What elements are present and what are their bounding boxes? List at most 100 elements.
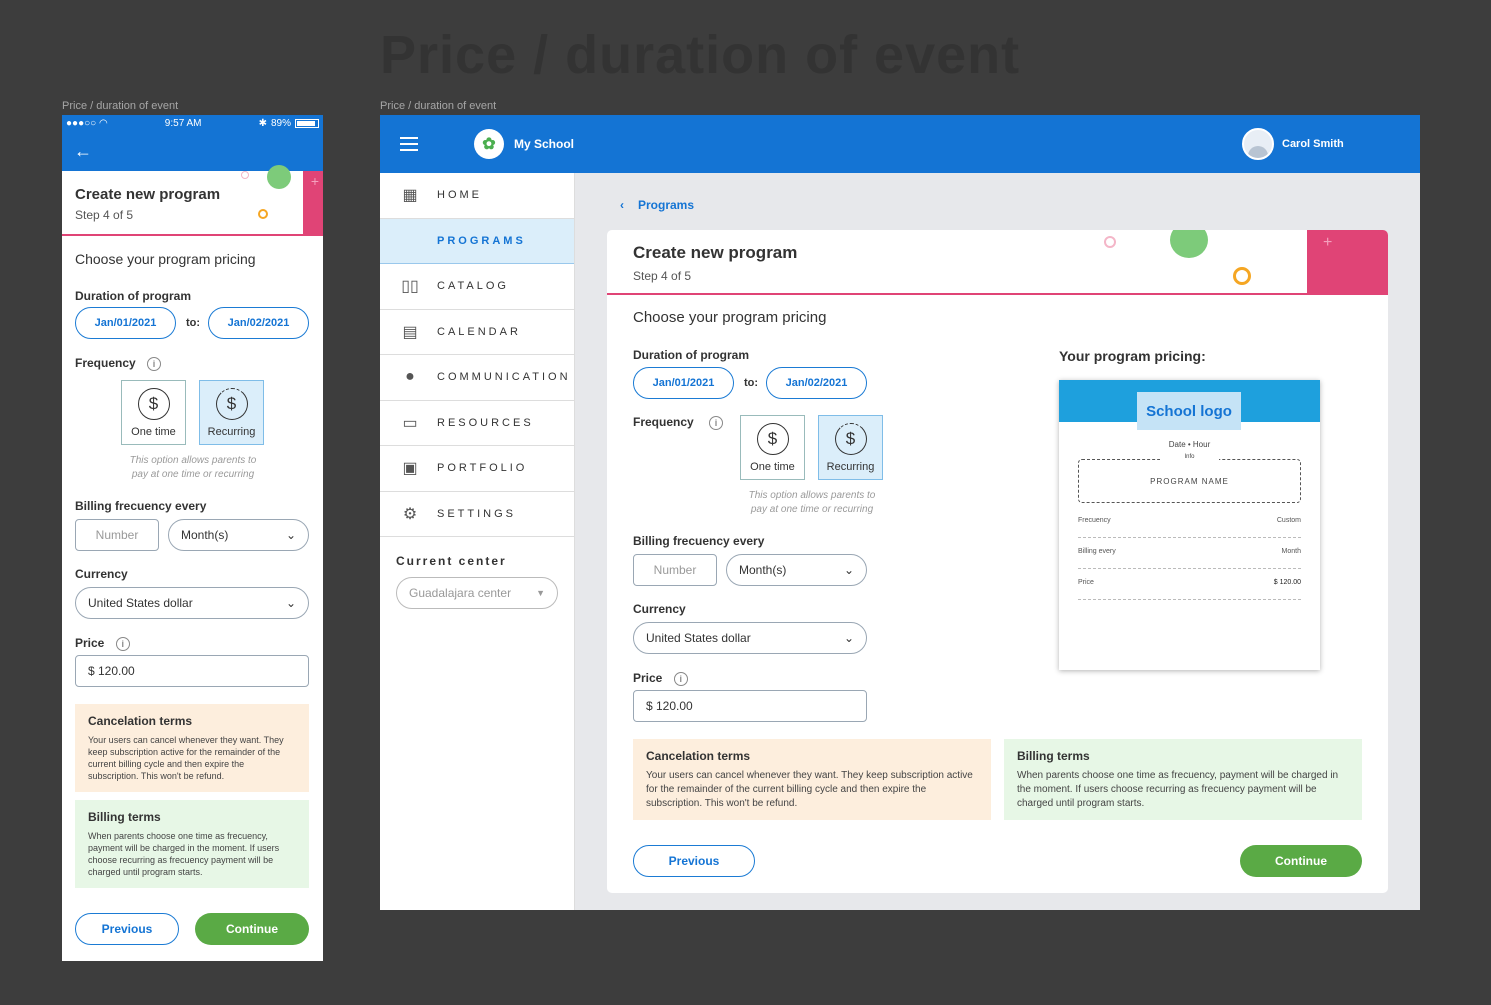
- caret-down-icon: ▼: [536, 588, 545, 598]
- section-title: Choose your program pricing: [75, 251, 256, 267]
- chat-icon: ●: [405, 368, 415, 386]
- home-icon: ▦: [402, 187, 418, 205]
- hamburger-menu-icon[interactable]: [400, 133, 418, 155]
- info-icon[interactable]: i: [673, 671, 688, 686]
- resources-icon: ▭: [402, 414, 418, 432]
- desktop-frame-label: Price / duration of event: [380, 100, 497, 112]
- receipt-row: Frecuency Custom: [1078, 513, 1301, 538]
- chevron-down-icon: ⌄: [843, 631, 854, 645]
- decor-orange-ring: [1233, 267, 1251, 285]
- previous-button[interactable]: Previous: [633, 845, 755, 877]
- wifi-icon: ◠: [98, 118, 108, 129]
- sidebar: ▦ HOME PROGRAMS ▯▯ CATALOG ▤ CALENDAR ● COMM…: [380, 173, 575, 910]
- billing-number-input[interactable]: Number: [633, 554, 717, 586]
- sidebar-item-portfolio[interactable]: ▣ PORTFOLIO: [380, 446, 574, 492]
- duration-label: Duration of program: [75, 289, 191, 303]
- to-label: to:: [186, 317, 201, 329]
- billing-unit-select[interactable]: Month(s) ⌄: [168, 519, 309, 551]
- continue-button[interactable]: Continue: [195, 913, 309, 945]
- receipt-row: Billing every Month: [1078, 544, 1301, 569]
- dollar-coin-icon: $: [137, 387, 170, 420]
- chevron-down-icon: ⌄: [285, 528, 296, 542]
- school-logo-placeholder: School logo: [1137, 392, 1241, 430]
- book-icon: ▯▯: [401, 278, 419, 296]
- end-date-button[interactable]: Jan/02/2021: [208, 307, 309, 339]
- decor-green-circle: [267, 165, 291, 189]
- program-step: Step 4 of 5: [633, 269, 692, 283]
- currency-select[interactable]: United States dollar ⌄: [633, 622, 867, 654]
- billing-frequency-label: Billing frecuency every: [633, 534, 765, 548]
- portfolio-icon: ▣: [402, 460, 418, 478]
- frequency-label: Frequency i: [633, 415, 724, 430]
- frequency-recurring[interactable]: $ Recurring: [818, 415, 883, 480]
- programs-icon: [399, 231, 421, 251]
- sidebar-item-settings[interactable]: ⚙ SETTINGS: [380, 492, 574, 537]
- sidebar-item-catalog[interactable]: ▯▯ CATALOG: [380, 264, 574, 310]
- currency-select[interactable]: United States dollar ⌄: [75, 587, 309, 619]
- signal-indicator: ●●●○○ ◠: [66, 118, 108, 129]
- frequency-option-label: Recurring: [207, 425, 256, 438]
- previous-button[interactable]: Previous: [75, 913, 179, 945]
- info-icon[interactable]: i: [709, 415, 724, 430]
- frequency-recurring[interactable]: $ Recurring: [199, 380, 264, 445]
- start-date-button[interactable]: Jan/01/2021: [633, 367, 734, 399]
- billing-unit-select[interactable]: Month(s) ⌄: [726, 554, 867, 586]
- receipt-info-label: Info: [1160, 454, 1219, 460]
- decor-plus-icon: +: [1323, 234, 1333, 251]
- user-name[interactable]: Carol Smith: [1282, 138, 1344, 150]
- recurring-dollar-icon: $: [834, 422, 867, 455]
- info-icon[interactable]: i: [147, 356, 162, 371]
- top-bar: ✿ My School Carol Smith: [380, 115, 1420, 173]
- status-bar: ●●●○○ ◠ 9:57 AM ✱ 89%: [62, 115, 323, 132]
- current-center-select[interactable]: Guadalajara center ▼: [396, 577, 558, 609]
- frequency-one-time[interactable]: $ One time: [740, 415, 805, 480]
- billing-frequency-label: Billing frecuency every: [75, 499, 207, 513]
- frequency-hint: This option allows parents to pay at one …: [129, 455, 257, 480]
- price-input[interactable]: $ 120.00: [633, 690, 867, 722]
- bluetooth-icon: ✱: [258, 118, 267, 129]
- program-step: Step 4 of 5: [75, 208, 134, 222]
- sidebar-item-programs[interactable]: PROGRAMS: [380, 218, 574, 264]
- card-header: Create new program Step 4 of 5 +: [607, 230, 1388, 295]
- continue-button[interactable]: Continue: [1240, 845, 1362, 877]
- mobile-program-header: Create new program Step 4 of 5 +: [62, 165, 323, 236]
- decor-green-circle: [1170, 230, 1208, 258]
- recurring-dollar-icon: $: [215, 387, 248, 420]
- chevron-down-icon: ⌄: [843, 563, 854, 577]
- avatar[interactable]: [1242, 128, 1274, 160]
- start-date-button[interactable]: Jan/01/2021: [75, 307, 176, 339]
- frequency-option-label: One time: [131, 425, 176, 438]
- frequency-one-time[interactable]: $ One time: [121, 380, 186, 445]
- price-label: Price i: [633, 671, 688, 686]
- back-arrow-icon[interactable]: ←: [74, 141, 92, 162]
- billing-terms: Billing terms When parents choose one ti…: [75, 800, 309, 888]
- price-label: Price i: [75, 636, 130, 651]
- breadcrumb[interactable]: ‹ Programs: [620, 198, 694, 212]
- price-input[interactable]: $ 120.00: [75, 655, 309, 687]
- currency-label: Currency: [75, 567, 128, 581]
- calendar-icon: ▤: [402, 323, 418, 341]
- sidebar-item-resources[interactable]: ▭ RESOURCES: [380, 401, 574, 446]
- dollar-coin-icon: $: [756, 422, 789, 455]
- battery-icon: [294, 119, 319, 128]
- duration-label: Duration of program: [633, 348, 749, 362]
- receipt-program-box: Info PROGRAM NAME: [1078, 454, 1301, 503]
- decor-pink-ring: [241, 171, 249, 179]
- sidebar-item-communication[interactable]: ● COMMUNICATION: [380, 355, 574, 401]
- frequency-option-label: One time: [750, 460, 795, 473]
- billing-number-input[interactable]: Number: [75, 519, 159, 551]
- sidebar-item-home[interactable]: ▦ HOME: [380, 173, 574, 219]
- frequency-option-label: Recurring: [826, 460, 875, 473]
- school-logo-icon: ✿: [474, 129, 504, 159]
- status-time: 9:57 AM: [164, 118, 202, 129]
- currency-label: Currency: [633, 602, 686, 616]
- gear-icon: ⚙: [402, 505, 418, 523]
- end-date-button[interactable]: Jan/02/2021: [766, 367, 867, 399]
- receipt-program-name: PROGRAM NAME: [1150, 476, 1229, 486]
- sidebar-item-calendar[interactable]: ▤ CALENDAR: [380, 310, 574, 355]
- chevron-down-icon: ⌄: [285, 596, 296, 610]
- receipt-header: School logo: [1059, 380, 1320, 430]
- receipt-rows: Frecuency Custom Billing every Month Price…: [1078, 513, 1301, 600]
- app-name: My School: [514, 137, 575, 151]
- info-icon[interactable]: i: [115, 636, 130, 651]
